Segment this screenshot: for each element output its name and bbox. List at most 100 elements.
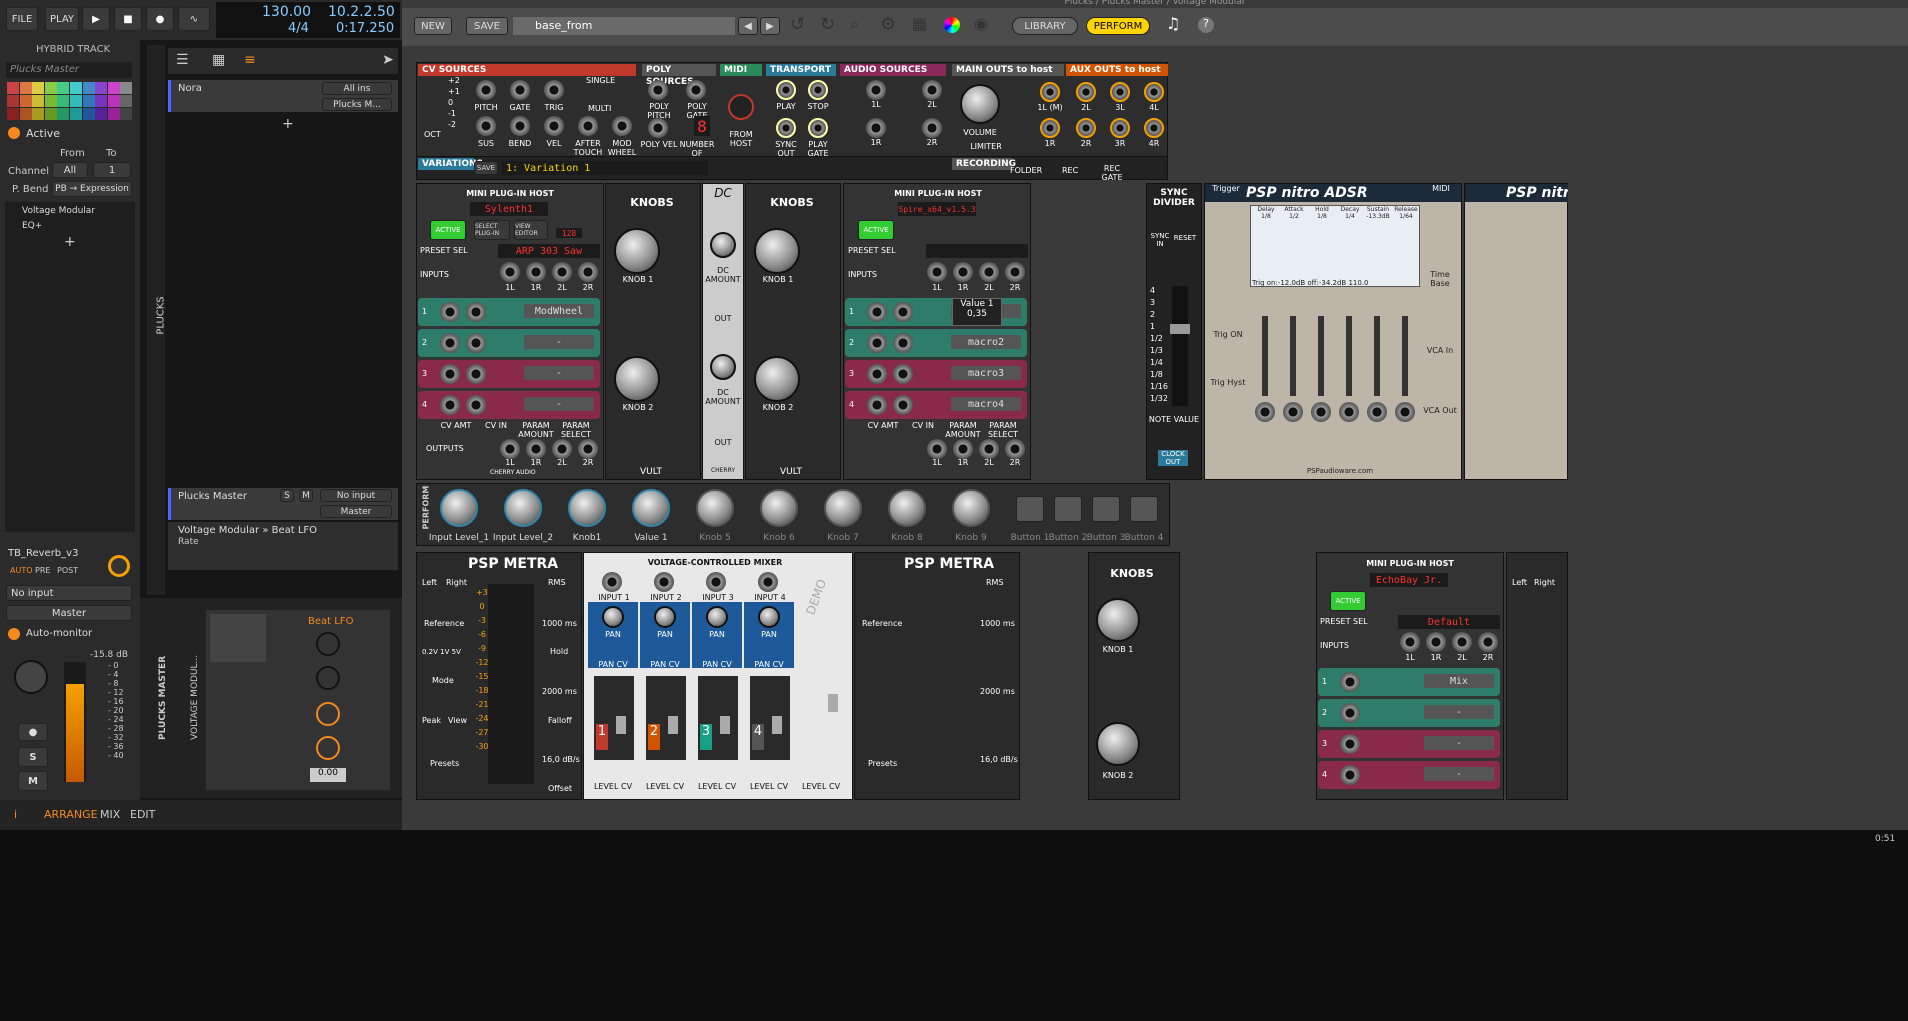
keyboard-icon[interactable]: ♫: [1166, 14, 1180, 33]
color-swatch[interactable]: [82, 95, 95, 107]
perform-knob[interactable]: [504, 489, 542, 527]
host-output-jack[interactable]: [1005, 439, 1025, 459]
record-button[interactable]: ●: [146, 7, 174, 31]
color-swatch[interactable]: [44, 95, 57, 107]
main-out-jack[interactable]: [1040, 118, 1060, 138]
grid-view-icon[interactable]: ▦: [212, 52, 225, 68]
host-input-jack[interactable]: [1005, 262, 1025, 282]
automation-write-button[interactable]: ∿: [178, 7, 210, 31]
position-display[interactable]: 10.2.2.50: [328, 4, 395, 20]
aux-out-jack[interactable]: [1144, 118, 1164, 138]
host2-preset-name[interactable]: [926, 244, 1028, 258]
color-swatch[interactable]: [70, 95, 82, 107]
perform-knob[interactable]: [760, 489, 798, 527]
host1-active-button[interactable]: ACTIVE: [430, 220, 466, 240]
lfo-rate-knob[interactable]: [316, 632, 340, 656]
perform-knob[interactable]: [568, 489, 606, 527]
perform-button[interactable]: PERFORM: [1086, 17, 1150, 35]
audio-jack[interactable]: [866, 118, 886, 138]
aux-out-jack[interactable]: [1110, 82, 1130, 102]
limiter-label[interactable]: LIMITER: [966, 142, 1006, 151]
cv-amt-jack[interactable]: [1340, 703, 1360, 723]
cv-jack[interactable]: [612, 116, 632, 136]
adsr-stage-slider[interactable]: [1402, 316, 1408, 396]
cv-jack[interactable]: [510, 116, 530, 136]
mute-button[interactable]: M: [18, 771, 48, 791]
lfo-amount-knob[interactable]: [316, 736, 340, 760]
info-icon[interactable]: i: [14, 808, 17, 821]
cv-amt-jack[interactable]: [867, 333, 887, 353]
vcm-master-fader[interactable]: [828, 694, 838, 712]
color-swatch[interactable]: [107, 108, 120, 120]
color-swatch[interactable]: [120, 108, 133, 120]
color-swatch[interactable]: [57, 82, 70, 94]
meter-display[interactable]: 4/4: [288, 21, 309, 36]
plucks-master-mute[interactable]: M: [299, 489, 313, 502]
color-swatch[interactable]: [120, 95, 133, 107]
aux-out-jack[interactable]: [1144, 82, 1164, 102]
adsr-cv-jack[interactable]: [1395, 402, 1415, 422]
device-eq[interactable]: EQ+: [22, 221, 42, 231]
main-out-jack[interactable]: [1040, 82, 1060, 102]
output-select[interactable]: Master: [6, 605, 132, 621]
host-input-jack[interactable]: [979, 262, 999, 282]
new-button[interactable]: NEW: [414, 17, 452, 35]
color-swatch[interactable]: [70, 108, 82, 120]
cv-in-jack[interactable]: [466, 364, 486, 384]
color-swatch[interactable]: [7, 108, 19, 120]
rec-label[interactable]: REC: [1062, 166, 1078, 175]
save-button[interactable]: SAVE: [466, 17, 508, 35]
param-select-field[interactable]: macro4: [951, 397, 1021, 411]
transport-jack[interactable]: [808, 80, 828, 100]
tab-edit[interactable]: EDIT: [130, 808, 155, 821]
add-track-icon[interactable]: +: [282, 116, 294, 132]
vcm-input-jack[interactable]: [602, 572, 622, 592]
knobs1-knob1[interactable]: [614, 228, 660, 274]
adsr-stage-slider[interactable]: [1290, 316, 1296, 396]
perform-button[interactable]: [1016, 496, 1044, 522]
perform-knob[interactable]: [824, 489, 862, 527]
host3-input-jack[interactable]: [1400, 632, 1420, 652]
host-output-jack[interactable]: [500, 439, 520, 459]
aux-out-jack[interactable]: [1076, 118, 1096, 138]
host3-param-field[interactable]: Mix: [1424, 674, 1494, 688]
vcm-input-jack[interactable]: [706, 572, 726, 592]
zoom-icon[interactable]: ⌕: [850, 14, 859, 34]
list-view-icon[interactable]: ☰: [176, 52, 189, 68]
cv-amt-jack[interactable]: [867, 302, 887, 322]
host3-input-jack[interactable]: [1452, 632, 1472, 652]
knobs2-knob1[interactable]: [754, 228, 800, 274]
host-input-jack[interactable]: [927, 262, 947, 282]
cv-amt-jack[interactable]: [440, 364, 460, 384]
reverb-send-knob[interactable]: [108, 555, 130, 577]
cv-amt-jack[interactable]: [440, 302, 460, 322]
dc1-amount-knob[interactable]: [710, 232, 736, 258]
knobs2-knob2[interactable]: [754, 356, 800, 402]
cv-jack[interactable]: [476, 80, 496, 100]
cable-icon[interactable]: ◉: [974, 14, 988, 33]
transport-jack[interactable]: [808, 118, 828, 138]
play-menu-button[interactable]: PLAY: [45, 7, 79, 31]
plucks-master-output-select[interactable]: Master: [320, 505, 392, 518]
variation-name-field[interactable]: 1: Variation 1: [502, 161, 708, 175]
transport-jack[interactable]: [776, 118, 796, 138]
transport-jack[interactable]: [776, 80, 796, 100]
audio-jack[interactable]: [922, 80, 942, 100]
perform-knob[interactable]: [696, 489, 734, 527]
param-select-field[interactable]: -: [524, 335, 594, 349]
color-swatch[interactable]: [82, 108, 95, 120]
record-arm-button[interactable]: ●: [18, 723, 48, 741]
lfo-value-field[interactable]: 0.00: [310, 768, 346, 782]
plucks-master-input-select[interactable]: No input: [320, 489, 392, 502]
perform-button[interactable]: [1092, 496, 1120, 522]
tab-mix[interactable]: MIX: [100, 808, 120, 821]
cv-in-jack[interactable]: [466, 333, 486, 353]
cv-amt-jack[interactable]: [440, 333, 460, 353]
adsr-cv-jack[interactable]: [1311, 402, 1331, 422]
plucks-master-solo[interactable]: S: [280, 489, 294, 502]
voices-display[interactable]: 8: [694, 116, 710, 136]
auto-mode-pre[interactable]: PRE: [35, 566, 50, 575]
host1-plugin-name[interactable]: Sylenth1: [470, 202, 548, 216]
poly-jack[interactable]: [648, 80, 668, 100]
color-swatch[interactable]: [82, 82, 95, 94]
